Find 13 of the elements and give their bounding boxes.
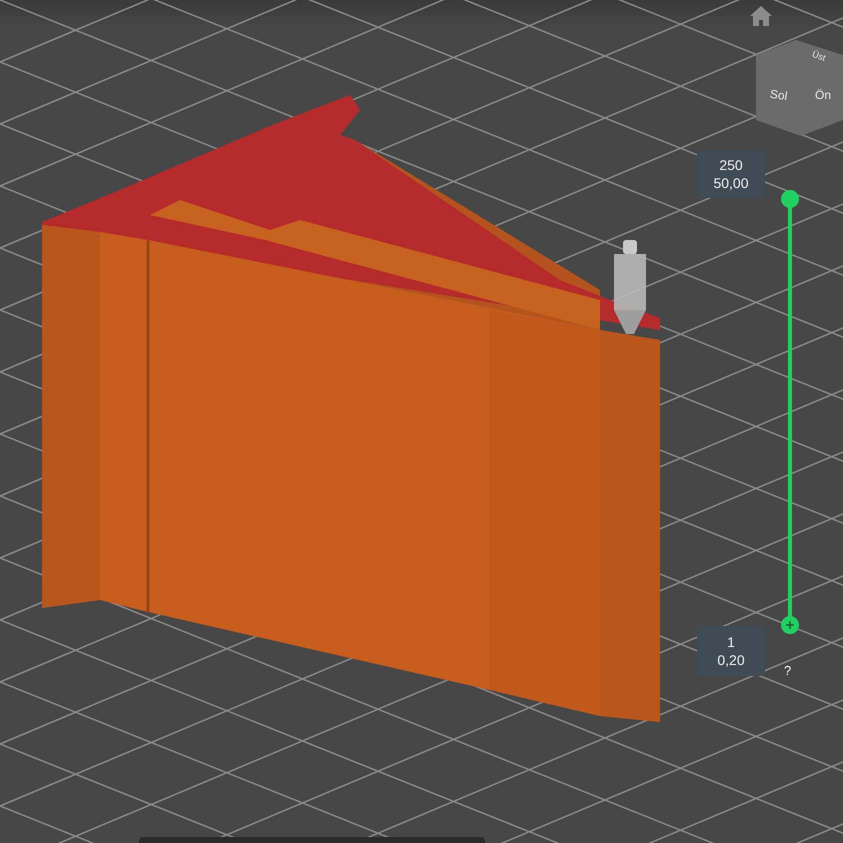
layer-number: 250 bbox=[719, 156, 743, 174]
slider-thumb[interactable] bbox=[781, 190, 799, 208]
home-icon[interactable] bbox=[749, 5, 773, 27]
layer-number: 1 bbox=[727, 633, 735, 651]
view-cube-label[interactable]: Sol bbox=[769, 88, 788, 102]
layer-height: 50,00 bbox=[713, 174, 749, 192]
layer-height: 0,20 bbox=[717, 651, 745, 669]
slider-thumb[interactable] bbox=[781, 616, 799, 634]
plus-icon bbox=[785, 620, 795, 630]
view-cube-label[interactable]: Üst bbox=[810, 50, 827, 64]
help-button[interactable]: ? bbox=[784, 664, 792, 677]
view-cube-label[interactable]: Ön bbox=[815, 89, 832, 101]
view-cube-drawing[interactable] bbox=[756, 40, 843, 136]
